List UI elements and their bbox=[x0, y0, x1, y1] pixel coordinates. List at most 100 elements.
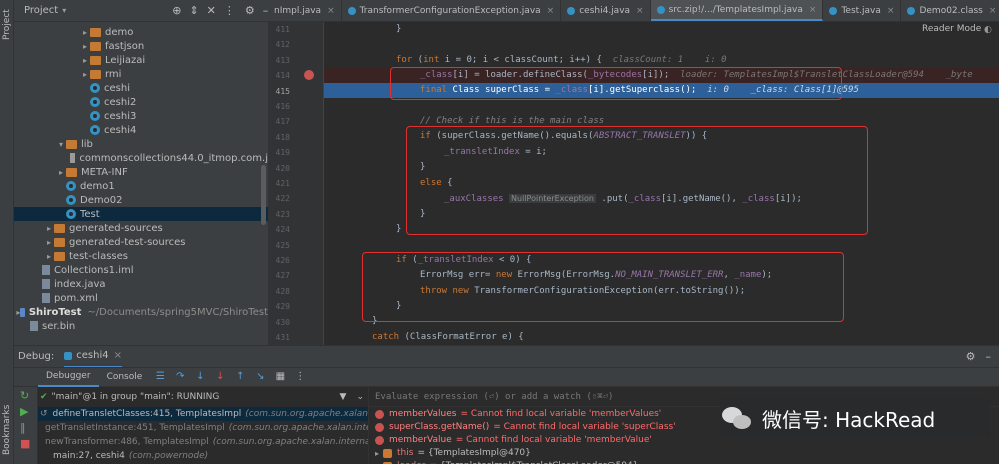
line-number[interactable]: 414 bbox=[268, 71, 290, 80]
chevron-down-icon[interactable]: ⌄ bbox=[356, 392, 364, 402]
chevron-icon[interactable]: ▸ bbox=[80, 28, 90, 37]
line-number[interactable]: 415 bbox=[268, 87, 290, 96]
line-number[interactable]: 419 bbox=[268, 148, 290, 157]
close-icon[interactable]: × bbox=[887, 6, 895, 16]
gear-icon[interactable]: ⚙ bbox=[966, 350, 976, 363]
chevron-icon[interactable]: ▸ bbox=[56, 168, 66, 177]
chevron-icon[interactable]: ▸ bbox=[80, 70, 90, 79]
line-number[interactable]: 425 bbox=[268, 241, 290, 250]
options-icon[interactable]: ⋮ bbox=[224, 4, 235, 17]
rerun-icon[interactable]: ↻ bbox=[20, 389, 29, 402]
stack-frame[interactable]: newTransformer:486, TemplatesImpl (com.su… bbox=[38, 435, 368, 449]
chevron-icon[interactable]: ▸ bbox=[80, 56, 90, 65]
line-number[interactable]: 426 bbox=[268, 256, 290, 265]
threads-icon[interactable]: ⋮ bbox=[294, 372, 306, 382]
line-number[interactable]: 421 bbox=[268, 179, 290, 188]
line-number[interactable]: 411 bbox=[268, 25, 290, 34]
tree-item[interactable]: ▸ test-classes bbox=[14, 249, 268, 263]
tab-debugger[interactable]: Debugger bbox=[38, 367, 99, 387]
tree-item[interactable]: ▸ META-INF bbox=[14, 165, 268, 179]
editor-tab[interactable]: ceshi4.java × bbox=[561, 0, 651, 21]
tree-item[interactable]: ▸ generated-sources bbox=[14, 221, 268, 235]
step-into-icon[interactable]: ↓ bbox=[194, 372, 206, 382]
line-number[interactable]: 429 bbox=[268, 302, 290, 311]
line-number[interactable]: 420 bbox=[268, 164, 290, 173]
stop-icon[interactable]: ■ bbox=[20, 437, 30, 450]
tree-item[interactable]: Test bbox=[14, 207, 268, 221]
tree-item[interactable]: ser.bin bbox=[14, 319, 268, 333]
tree-item[interactable]: ▸ Leijiazai bbox=[14, 53, 268, 67]
tree-item[interactable]: ▸ fastjson bbox=[14, 39, 268, 53]
line-number[interactable]: 417 bbox=[268, 117, 290, 126]
pause-icon[interactable]: ‖ bbox=[20, 421, 26, 434]
line-number[interactable]: 416 bbox=[268, 102, 290, 111]
project-tool-label[interactable]: Project bbox=[2, 9, 12, 40]
close-icon[interactable]: × bbox=[809, 5, 817, 15]
line-number[interactable]: 428 bbox=[268, 287, 290, 296]
tree-item[interactable]: ▾ lib bbox=[14, 137, 268, 151]
close-icon[interactable]: × bbox=[636, 6, 644, 16]
close-icon[interactable]: × bbox=[114, 350, 122, 361]
tree-item[interactable]: pom.xml bbox=[14, 291, 268, 305]
gear-icon[interactable]: ⚙ bbox=[245, 4, 255, 17]
line-number[interactable]: 427 bbox=[268, 271, 290, 280]
close-icon[interactable]: × bbox=[327, 6, 335, 16]
editor-tab[interactable]: nImpl.java × bbox=[268, 0, 342, 21]
close-icon[interactable]: × bbox=[547, 6, 555, 16]
chevron-icon[interactable]: ▾ bbox=[56, 140, 66, 149]
line-number[interactable]: 412 bbox=[268, 40, 290, 49]
chevron-icon[interactable]: ▸ bbox=[80, 42, 90, 51]
tree-item[interactable]: ▸ ShiroTest ~/Documents/spring5MVC/ShiroTe… bbox=[14, 305, 268, 319]
line-number[interactable]: 430 bbox=[268, 318, 290, 327]
expand-icon[interactable]: ✕ bbox=[207, 4, 216, 17]
stack-frame[interactable]: ↺ defineTransletClasses:415, TemplatesImp… bbox=[38, 407, 368, 421]
step-out-icon[interactable]: ↑ bbox=[234, 372, 246, 382]
tree-item[interactable]: commonscollections44.0_itmop.com.j bbox=[14, 151, 268, 165]
variable-row[interactable]: ▸loader= {TemplatesImpl$TransletClassLoa… bbox=[369, 459, 999, 464]
chevron-icon[interactable]: ▸ bbox=[44, 224, 54, 233]
variable-row[interactable]: ▸ this = {TemplatesImpl@470} bbox=[369, 446, 999, 460]
code-editor[interactable]: Reader Mode ◐ } for (int i = 0; i < clas… bbox=[324, 22, 999, 345]
line-number[interactable]: 423 bbox=[268, 210, 290, 219]
collapse-icon[interactable]: ⇕ bbox=[189, 4, 198, 17]
tab-console[interactable]: Console bbox=[99, 367, 151, 387]
editor-tab[interactable]: TransformerConfigurationException.java × bbox=[342, 0, 562, 21]
minimize-icon[interactable]: – bbox=[986, 350, 992, 363]
tree-item[interactable]: ceshi3 bbox=[14, 109, 268, 123]
step-over-icon[interactable]: ↷ bbox=[174, 372, 186, 382]
stack-frame[interactable]: getTransletInstance:451, TemplatesImpl (c… bbox=[38, 421, 368, 435]
stack-frame[interactable]: main:27, ceshi4 (com.powernode) bbox=[38, 449, 368, 463]
resume-icon[interactable]: ▶ bbox=[20, 405, 28, 418]
locate-icon[interactable]: ⊕ bbox=[172, 4, 181, 17]
filter-icon[interactable]: ▼ bbox=[340, 392, 347, 402]
chevron-icon[interactable]: ▸ bbox=[44, 252, 54, 261]
project-panel-title[interactable]: Project bbox=[24, 5, 58, 16]
force-step-into-icon[interactable]: ↓ bbox=[214, 372, 226, 382]
tree-item[interactable]: demo1 bbox=[14, 179, 268, 193]
run-to-cursor-icon[interactable]: ↘ bbox=[254, 372, 266, 382]
layout-icon[interactable]: ☰ bbox=[154, 372, 166, 382]
tree-item[interactable]: index.java bbox=[14, 277, 268, 291]
debug-session-tab[interactable]: ceshi4 × bbox=[64, 346, 122, 368]
close-icon[interactable]: × bbox=[989, 6, 997, 16]
line-number[interactable]: 422 bbox=[268, 194, 290, 203]
tree-item[interactable]: ▸ rmi bbox=[14, 67, 268, 81]
chevron-down-icon[interactable]: ▾ bbox=[62, 6, 66, 15]
line-number[interactable]: 431 bbox=[268, 333, 290, 342]
tree-item[interactable]: ceshi bbox=[14, 81, 268, 95]
editor-tab[interactable]: Test.java × bbox=[823, 0, 902, 21]
line-number[interactable]: 418 bbox=[268, 133, 290, 142]
tree-item[interactable]: Collections1.iml bbox=[14, 263, 268, 277]
breakpoint-icon[interactable] bbox=[304, 70, 314, 80]
chevron-icon[interactable]: ▸ bbox=[44, 238, 54, 247]
tree-item[interactable]: ceshi4 bbox=[14, 123, 268, 137]
evaluate-icon[interactable]: ▦ bbox=[274, 372, 286, 382]
line-number[interactable]: 413 bbox=[268, 56, 290, 65]
chevron-icon[interactable]: ▸ bbox=[375, 449, 379, 458]
tree-item[interactable]: ▸ demo bbox=[14, 25, 268, 39]
editor-tab[interactable]: Demo02.class × bbox=[901, 0, 999, 21]
editor-tab[interactable]: src.zip!/.../TemplatesImpl.java × bbox=[650, 0, 824, 21]
tree-item[interactable]: ceshi2 bbox=[14, 95, 268, 109]
tree-scrollbar[interactable] bbox=[261, 165, 266, 225]
line-number[interactable]: 424 bbox=[268, 225, 290, 234]
